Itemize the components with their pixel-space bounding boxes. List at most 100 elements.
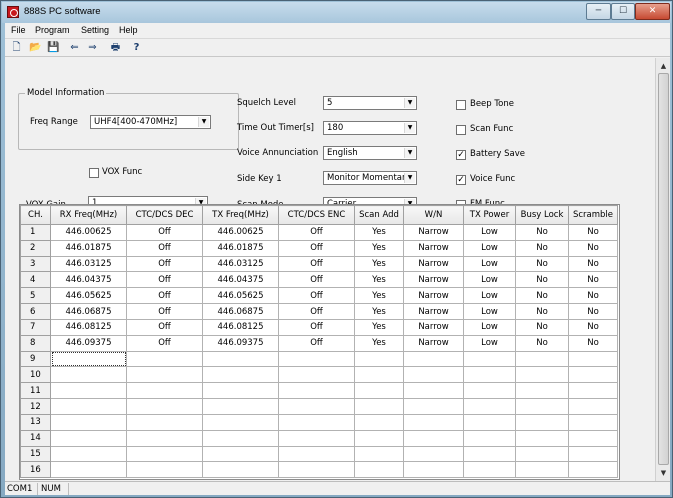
table-cell[interactable] [463, 382, 516, 400]
table-cell[interactable]: No [515, 287, 569, 305]
table-cell[interactable]: Yes [354, 318, 404, 336]
table-cell[interactable] [354, 398, 404, 415]
table-cell[interactable] [403, 445, 464, 463]
table-cell[interactable]: Off [126, 303, 203, 320]
table-cell[interactable]: Yes [354, 287, 404, 305]
table-cell[interactable] [568, 382, 618, 400]
table-cell[interactable]: Narrow [403, 239, 464, 257]
table-cell[interactable]: No [515, 271, 569, 289]
table-cell[interactable] [126, 398, 203, 415]
table-cell[interactable] [50, 461, 127, 479]
table-cell[interactable]: Yes [354, 303, 404, 320]
save-disk-icon[interactable]: 💾 [46, 41, 61, 55]
table-cell[interactable]: Off [278, 224, 355, 241]
table-cell[interactable]: Narrow [403, 303, 464, 320]
table-cell[interactable] [126, 461, 203, 479]
table-cell[interactable]: Off [126, 334, 203, 352]
table-cell[interactable] [515, 461, 569, 479]
freq-range-select[interactable]: UHF4[400-470MHz] ▼ [90, 115, 211, 129]
column-header[interactable]: RX Freq(MHz) [50, 205, 127, 225]
table-cell[interactable]: No [515, 224, 569, 241]
table-cell[interactable] [515, 445, 569, 463]
table-cell[interactable] [515, 429, 569, 447]
table-row[interactable]: 7 446.08125 Off 446.08125 Off Yes Narrow Low No N… [20, 318, 618, 336]
table-cell[interactable] [403, 350, 464, 368]
table-cell[interactable] [403, 461, 464, 479]
side-key-1-select[interactable]: Monitor Momentary ▼ [323, 171, 417, 185]
table-cell[interactable]: No [568, 334, 618, 352]
table-row[interactable]: 2 446.01875 Off 446.01875 Off Yes Narrow Low No N… [20, 239, 618, 257]
table-cell[interactable]: Yes [354, 334, 404, 352]
table-cell[interactable]: No [568, 303, 618, 320]
menu-help[interactable]: Help [119, 25, 138, 35]
table-cell[interactable] [568, 398, 618, 415]
table-cell[interactable]: Low [463, 271, 516, 289]
table-cell[interactable] [403, 413, 464, 431]
column-header[interactable]: CH. [20, 205, 51, 225]
table-cell[interactable]: Off [126, 239, 203, 257]
column-header[interactable]: CTC/DCS ENC [278, 205, 355, 225]
open-folder-icon[interactable]: 📂 [28, 41, 43, 55]
table-cell[interactable] [463, 413, 516, 431]
table-cell[interactable]: Narrow [403, 224, 464, 241]
table-cell[interactable] [126, 382, 203, 400]
table-cell[interactable] [354, 461, 404, 479]
table-row[interactable]: 11 [20, 382, 618, 400]
maximize-button[interactable]: ☐ [611, 3, 635, 20]
table-cell[interactable] [463, 445, 516, 463]
vertical-scrollbar[interactable]: ▲ ▼ [655, 58, 670, 481]
table-cell[interactable]: Off [126, 224, 203, 241]
table-cell[interactable]: 446.01875 [50, 239, 127, 257]
table-cell[interactable]: Low [463, 287, 516, 305]
table-cell[interactable]: 446.04375 [202, 271, 279, 289]
menu-program[interactable]: Program [35, 25, 70, 35]
table-cell[interactable] [278, 413, 355, 431]
table-cell[interactable]: Off [278, 287, 355, 305]
table-cell[interactable]: Off [278, 334, 355, 352]
table-cell[interactable] [202, 461, 279, 479]
table-cell[interactable]: Narrow [403, 271, 464, 289]
table-cell[interactable]: 446.05625 [50, 287, 127, 305]
table-cell[interactable]: Low [463, 303, 516, 320]
table-cell[interactable]: Narrow [403, 287, 464, 305]
table-cell[interactable]: No [568, 224, 618, 241]
table-row[interactable]: 3 446.03125 Off 446.03125 Off Yes Narrow Low No N… [20, 255, 618, 273]
table-cell[interactable] [278, 461, 355, 479]
table-cell[interactable] [515, 413, 569, 431]
table-cell[interactable] [463, 398, 516, 415]
table-cell[interactable] [278, 350, 355, 368]
chevron-down-icon[interactable]: ▼ [404, 173, 415, 183]
time-out-timer-select[interactable]: 180 ▼ [323, 121, 417, 135]
chevron-down-icon[interactable]: ▼ [198, 117, 209, 127]
table-cell[interactable] [354, 366, 404, 384]
table-cell[interactable]: 446.05625 [202, 287, 279, 305]
table-cell[interactable]: Yes [354, 224, 404, 241]
table-cell[interactable]: 446.06875 [50, 303, 127, 320]
table-row[interactable]: 8 446.09375 Off 446.09375 Off Yes Narrow Low No N… [20, 334, 618, 352]
table-cell[interactable] [278, 398, 355, 415]
table-cell[interactable] [50, 366, 127, 384]
table-cell[interactable]: 446.08125 [202, 318, 279, 336]
table-cell[interactable] [50, 398, 127, 415]
table-cell[interactable]: 446.00625 [202, 224, 279, 241]
table-cell[interactable] [50, 350, 127, 368]
table-cell[interactable] [126, 445, 203, 463]
table-cell[interactable]: Off [278, 303, 355, 320]
table-cell[interactable]: Yes [354, 239, 404, 257]
menu-file[interactable]: File [11, 25, 26, 35]
table-cell[interactable]: Low [463, 255, 516, 273]
scan-func-checkbox[interactable] [456, 125, 466, 135]
table-cell[interactable] [568, 413, 618, 431]
table-row[interactable]: 9 [20, 350, 618, 368]
table-cell[interactable] [50, 382, 127, 400]
table-cell[interactable]: Off [278, 271, 355, 289]
table-cell[interactable]: 446.08125 [50, 318, 127, 336]
table-cell[interactable] [463, 429, 516, 447]
table-cell[interactable]: No [568, 287, 618, 305]
table-cell[interactable] [403, 429, 464, 447]
table-row[interactable]: 13 [20, 413, 618, 431]
table-cell[interactable] [463, 350, 516, 368]
voice-annunciation-select[interactable]: English ▼ [323, 146, 417, 160]
table-cell[interactable]: 446.00625 [50, 224, 127, 241]
table-cell[interactable] [50, 413, 127, 431]
